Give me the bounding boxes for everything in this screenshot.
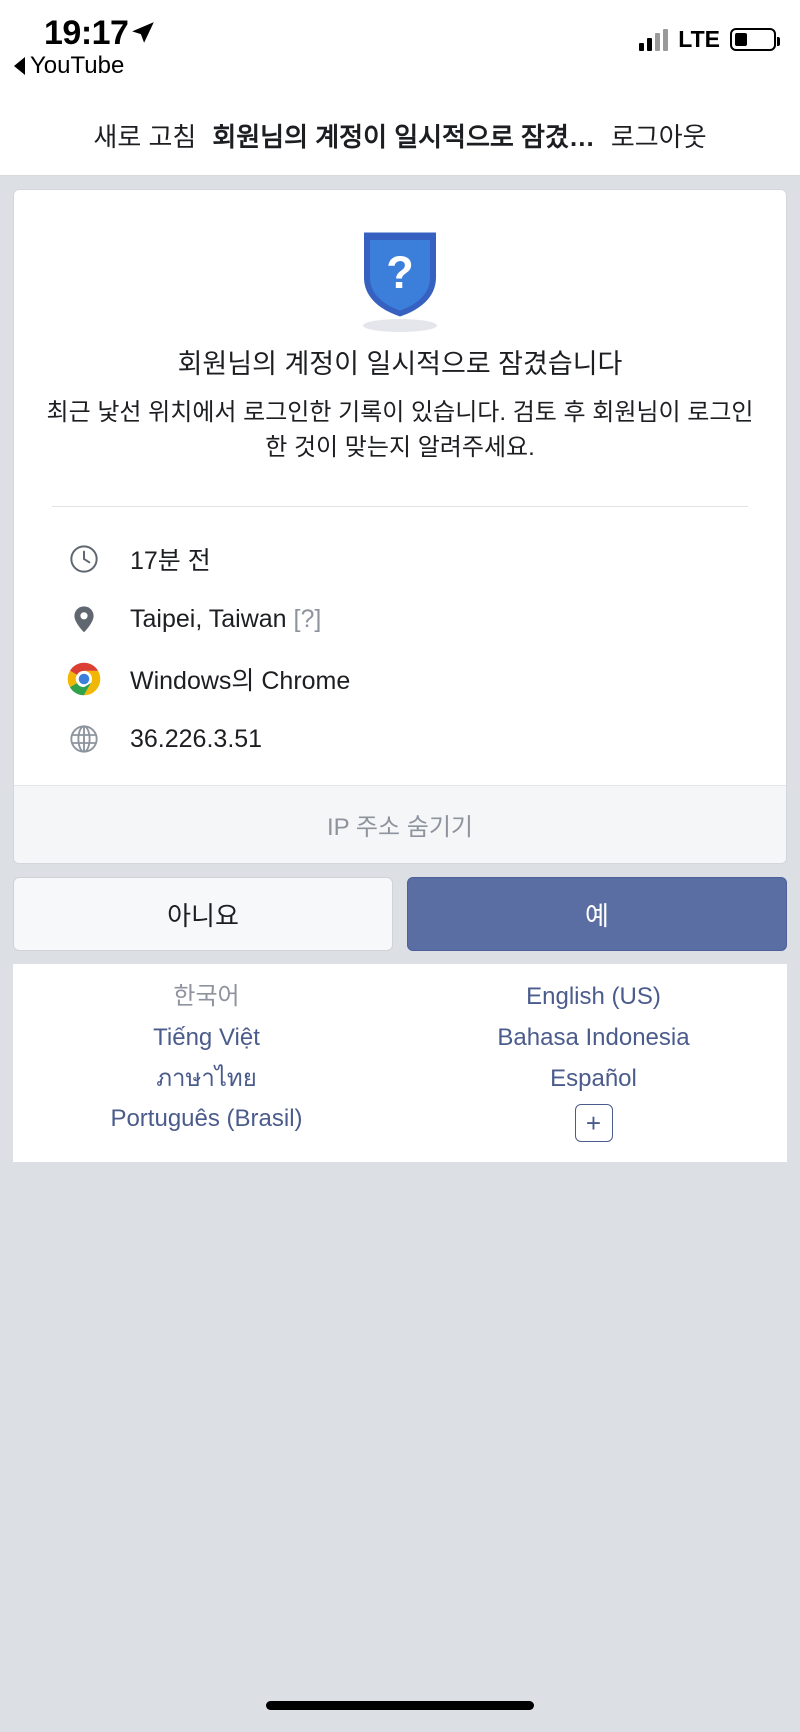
refresh-button[interactable]: 새로 고침	[93, 117, 196, 154]
login-details-list: 17분 전 Taipei, Taiwan [?] Windows의 Chrome…	[14, 507, 786, 785]
language-item-korean: 한국어	[173, 983, 240, 1011]
language-item-english[interactable]: English (US)	[526, 980, 661, 1015]
language-column-left: 한국어 Tiếng Việt ภาษาไทย Português (Brasil…	[13, 980, 400, 1142]
detail-row-ip: 36.226.3.51	[14, 709, 786, 769]
network-label: LTE	[678, 26, 720, 52]
back-triangle-icon	[14, 57, 25, 75]
location-value: Taipei, Taiwan	[130, 604, 287, 633]
language-item-spanish[interactable]: Español	[550, 1062, 637, 1097]
card-header: ? 회원님의 계정이 일시적으로 잠겼습니다 최근 낯선 위치에서 로그인한 기…	[14, 190, 786, 466]
detail-text-browser: Windows의 Chrome	[130, 667, 351, 696]
location-unknown-marker: [?]	[293, 604, 322, 633]
logout-button[interactable]: 로그아웃	[611, 117, 707, 154]
home-indicator[interactable]	[266, 1701, 534, 1710]
status-bar: 19:17 YouTube LTE	[0, 0, 800, 96]
detail-row-time: 17분 전	[14, 529, 786, 589]
language-item-indonesian[interactable]: Bahasa Indonesia	[497, 1021, 689, 1056]
phone-screen: 19:17 YouTube LTE 새로 고침 회원님의 계정이 일시적으로 잠…	[0, 0, 800, 1732]
language-selector: 한국어 Tiếng Việt ภาษาไทย Português (Brasil…	[13, 964, 787, 1163]
clock-icon	[66, 541, 102, 577]
detail-text-ip: 36.226.3.51	[130, 724, 263, 753]
svg-text:?: ?	[386, 247, 414, 298]
status-time: 19:17	[44, 14, 129, 52]
back-app-label: YouTube	[30, 52, 125, 79]
language-item-thai[interactable]: ภาษาไทย	[156, 1062, 257, 1097]
detail-row-browser: Windows의 Chrome	[14, 649, 786, 709]
language-column-right: English (US) Bahasa Indonesia Español +	[400, 980, 787, 1143]
signal-bars-icon	[639, 28, 669, 51]
card-subtext: 최근 낯선 위치에서 로그인한 기록이 있습니다. 검토 후 회원님이 로그인한…	[46, 399, 754, 462]
no-button[interactable]: 아니요	[13, 877, 393, 952]
chrome-icon	[66, 661, 102, 697]
page-title: 회원님의 계정이 일시적으로 잠겼…	[212, 122, 595, 152]
language-item-vietnamese[interactable]: Tiếng Việt	[153, 1021, 260, 1056]
more-languages-button[interactable]: +	[574, 1104, 613, 1143]
yes-button-label: 예	[585, 900, 609, 931]
detail-row-location: Taipei, Taiwan [?]	[14, 589, 786, 649]
card-headline: 회원님의 계정이 일시적으로 잠겼습니다	[177, 349, 623, 379]
action-buttons: 아니요 예	[13, 877, 787, 952]
shield-illustration: ?	[14, 226, 786, 332]
page-body: ? 회원님의 계정이 일시적으로 잠겼습니다 최근 낯선 위치에서 로그인한 기…	[0, 176, 800, 1163]
nav-bar: 새로 고침 회원님의 계정이 일시적으로 잠겼… 로그아웃	[0, 96, 800, 176]
hide-ip-button[interactable]: IP 주소 숨기기	[14, 785, 786, 864]
no-button-label: 아니요	[167, 900, 239, 931]
battery-icon	[730, 28, 780, 51]
language-item-portuguese[interactable]: Português (Brasil)	[110, 1102, 302, 1137]
status-indicators: LTE	[639, 26, 780, 53]
back-to-app-button[interactable]: YouTube	[14, 52, 124, 80]
hide-ip-label: IP 주소 숨기기	[327, 814, 473, 842]
location-pin-icon	[66, 601, 102, 637]
yes-button[interactable]: 예	[407, 877, 787, 952]
globe-icon	[66, 721, 102, 757]
account-locked-card: ? 회원님의 계정이 일시적으로 잠겼습니다 최근 낯선 위치에서 로그인한 기…	[13, 189, 787, 865]
detail-text-time: 17분 전	[130, 547, 211, 576]
detail-text-location: Taipei, Taiwan [?]	[130, 605, 321, 634]
shield-shadow	[363, 319, 437, 332]
shield-question-icon: ?	[361, 226, 439, 325]
